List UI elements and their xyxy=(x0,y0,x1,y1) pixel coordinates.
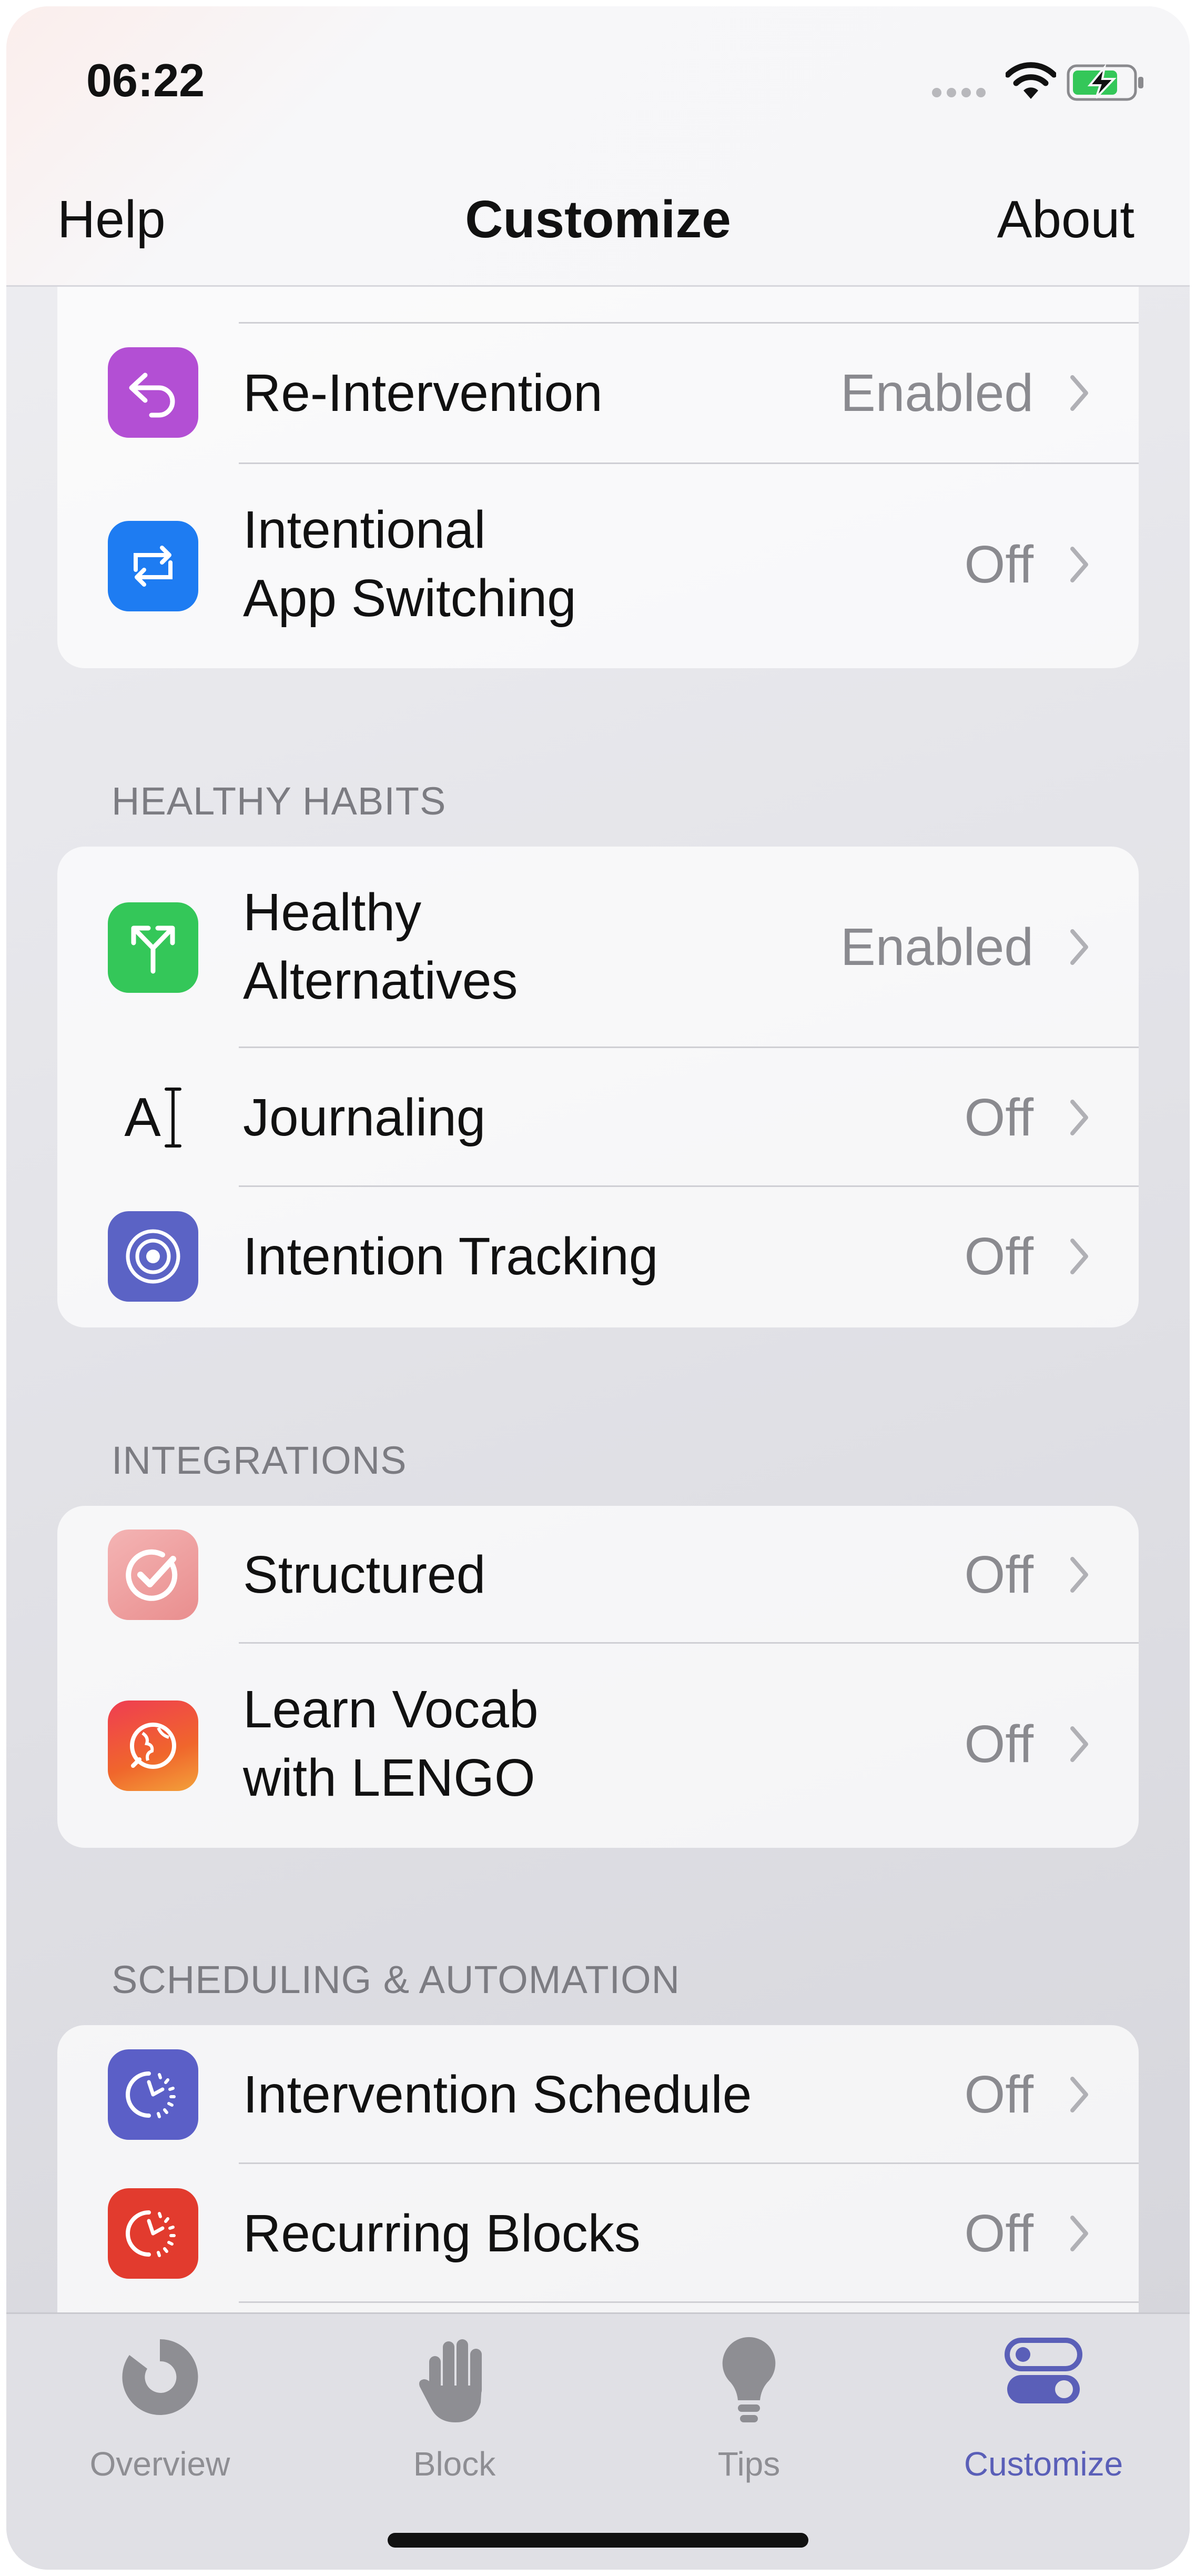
tab-label: Customize xyxy=(964,2445,1123,2483)
scheduling-group: Intervention Schedule Off Recurring Bloc… xyxy=(57,2025,1139,2312)
row-value: Off xyxy=(964,2065,1033,2124)
row-value: Off xyxy=(964,535,1033,594)
section-header-scheduling: SCHEDULING & AUTOMATION xyxy=(112,1958,681,2001)
row-label-line2: with LENGO xyxy=(243,1748,535,1807)
row-value: Enabled xyxy=(840,364,1033,422)
text-cursor-icon: A xyxy=(108,1072,198,1163)
phone-screen: 06:22 Help Customize About Re-Interventi… xyxy=(6,6,1190,2570)
list-item-partial xyxy=(57,287,1139,324)
about-button[interactable]: About xyxy=(997,189,1134,250)
row-journaling[interactable]: A Journaling Off xyxy=(57,1048,1139,1187)
lightbulb-icon xyxy=(696,2335,802,2424)
text-cursor-glyph: A xyxy=(124,1086,161,1148)
battery-charging-icon xyxy=(1067,64,1143,101)
intervention-group: Re-Intervention Enabled Intentional App xyxy=(57,287,1139,668)
chevron-right-icon xyxy=(1070,2077,1088,2112)
recurring-clock-icon xyxy=(108,2188,198,2279)
section-header-healthy-habits: HEALTHY HABITS xyxy=(112,779,447,823)
chevron-right-icon xyxy=(1070,375,1088,411)
row-label: Structured xyxy=(243,1545,486,1604)
tab-label: Overview xyxy=(89,2445,230,2483)
target-icon xyxy=(108,1211,198,1302)
row-value: Off xyxy=(964,1227,1033,1286)
row-label: Intervention Schedule xyxy=(243,2065,752,2124)
row-label: Intentional App Switching xyxy=(243,496,576,632)
chevron-right-icon xyxy=(1070,2216,1088,2251)
status-time: 06:22 xyxy=(86,54,205,106)
row-intentional-app-switching[interactable]: Intentional App Switching Off xyxy=(57,464,1139,668)
chevron-right-icon xyxy=(1070,929,1088,965)
hand-icon xyxy=(402,2335,507,2424)
structured-check-icon xyxy=(108,1530,198,1620)
row-value: Off xyxy=(964,1088,1033,1147)
tab-customize[interactable]: Customize xyxy=(896,2314,1190,2514)
fork-arrows-icon xyxy=(108,902,198,993)
row-label: Re-Intervention xyxy=(243,364,603,422)
row-label: Intention Tracking xyxy=(243,1227,658,1286)
row-value: Off xyxy=(964,1545,1033,1604)
schedule-clock-icon xyxy=(108,2049,198,2140)
row-label: Recurring Blocks xyxy=(243,2204,641,2263)
tab-block[interactable]: Block xyxy=(307,2314,602,2514)
chevron-right-icon xyxy=(1070,1557,1088,1593)
tab-label: Block xyxy=(413,2445,496,2483)
settings-list[interactable]: Re-Intervention Enabled Intentional App xyxy=(6,287,1190,2312)
home-indicator[interactable] xyxy=(388,2533,808,2548)
row-label: Learn Vocab with LENGO xyxy=(243,1675,539,1812)
donut-chart-icon xyxy=(107,2335,212,2424)
help-button[interactable]: Help xyxy=(57,189,166,250)
navigation-header: 06:22 Help Customize About xyxy=(6,6,1190,287)
chevron-right-icon xyxy=(1070,1239,1088,1274)
row-re-intervention[interactable]: Re-Intervention Enabled xyxy=(57,324,1139,464)
tab-tips[interactable]: Tips xyxy=(602,2314,896,2514)
row-value: Off xyxy=(964,2204,1033,2263)
section-header-integrations: INTEGRATIONS xyxy=(112,1438,407,1482)
row-value: Off xyxy=(964,1715,1033,1774)
row-healthy-alternatives[interactable]: Healthy Alternatives Enabled xyxy=(57,847,1139,1048)
row-recurring-blocks[interactable]: Recurring Blocks Off xyxy=(57,2164,1139,2303)
row-label: Healthy Alternatives xyxy=(243,878,518,1015)
chevron-right-icon xyxy=(1070,1100,1088,1135)
tab-overview[interactable]: Overview xyxy=(13,2314,307,2514)
wifi-icon xyxy=(1006,62,1056,99)
undo-arrow-icon xyxy=(108,347,198,438)
row-label-line2: App Switching xyxy=(243,569,576,628)
chevron-right-icon xyxy=(1070,547,1088,582)
row-label-line1: Intentional xyxy=(243,500,486,559)
row-intervention-schedule[interactable]: Intervention Schedule Off xyxy=(57,2025,1139,2164)
row-label-line1: Learn Vocab xyxy=(243,1680,539,1739)
cellular-signal-icon xyxy=(932,88,991,100)
lengo-globe-icon xyxy=(108,1700,198,1791)
page-title: Customize xyxy=(465,190,731,249)
app-switch-icon xyxy=(108,521,198,611)
row-intention-tracking[interactable]: Intention Tracking Off xyxy=(57,1187,1139,1327)
row-label: Journaling xyxy=(243,1088,486,1147)
tab-bar: Overview Block Tips Customize xyxy=(6,2312,1190,2570)
healthy-habits-group: Healthy Alternatives Enabled A Journalin… xyxy=(57,847,1139,1327)
integrations-group: Structured Off Learn Vocab with LENGO Of… xyxy=(57,1506,1139,1848)
chevron-right-icon xyxy=(1070,1726,1088,1762)
row-value: Enabled xyxy=(840,918,1033,977)
row-label-line2: Alternatives xyxy=(243,951,518,1010)
row-structured[interactable]: Structured Off xyxy=(57,1506,1139,1644)
row-learn-vocab-lengo[interactable]: Learn Vocab with LENGO Off xyxy=(57,1644,1139,1848)
toggles-icon xyxy=(991,2335,1096,2424)
row-label-line1: Healthy xyxy=(243,883,422,942)
tab-label: Tips xyxy=(717,2445,781,2483)
